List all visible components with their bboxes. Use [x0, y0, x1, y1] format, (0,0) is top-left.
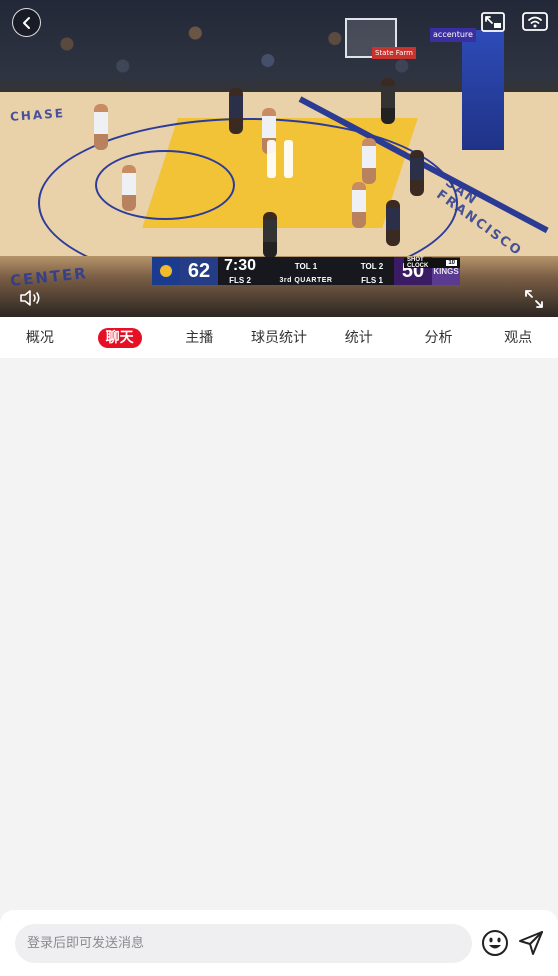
chat-message-input[interactable]: [15, 924, 472, 963]
back-arrow-icon: [22, 16, 30, 29]
video-basket-stanchion: [462, 30, 504, 150]
pause-icon: [284, 140, 293, 178]
tab-overview[interactable]: 概况: [0, 317, 80, 358]
tab-label: 聊天: [97, 327, 142, 348]
away-timeouts: TOL 2: [360, 261, 384, 271]
picture-in-picture-button[interactable]: [480, 11, 506, 33]
tab-opinion[interactable]: 观点: [478, 317, 558, 358]
emoji-button[interactable]: [481, 929, 509, 957]
send-icon: [519, 931, 543, 955]
tab-label: 观点: [504, 329, 533, 346]
game-quarter: 3rd QUARTER: [279, 276, 333, 284]
tab-anchor[interactable]: 主播: [159, 317, 239, 358]
video-player-figure: [94, 104, 108, 150]
app-root: CHASE CENTER SAN FRANCISCO accenture Sta…: [0, 0, 558, 976]
back-button[interactable]: [12, 8, 41, 37]
video-referee-figure: [263, 212, 277, 258]
shot-clock-label: SHOT CLOCK: [407, 257, 429, 269]
home-team-logo: [152, 257, 180, 285]
tab-analysis[interactable]: 分析: [399, 317, 479, 358]
chat-message-list[interactable]: [0, 358, 558, 910]
home-timeouts: TOL 1: [294, 261, 318, 271]
fullscreen-button[interactable]: [521, 287, 547, 311]
volume-icon: [20, 290, 40, 306]
video-player-figure: [352, 182, 366, 228]
home-score: 62: [180, 257, 218, 285]
video-player-figure: [229, 88, 243, 134]
send-button[interactable]: [517, 929, 545, 957]
tab-label: 球员统计: [251, 329, 308, 346]
video-center-circle: [95, 150, 235, 220]
tab-label: 分析: [424, 329, 453, 346]
scoreboard-middle: TOL 1 7:30 TOL 2 FLS 2 3rd QUARTER FLS 1: [218, 257, 394, 285]
video-referee-figure: [381, 78, 395, 124]
picture-in-picture-icon: [481, 12, 505, 32]
tab-stats[interactable]: 统计: [319, 317, 399, 358]
video-player-figure: [386, 200, 400, 246]
sponsor-sign-blue: accenture: [430, 28, 476, 42]
tab-label: 统计: [344, 329, 373, 346]
video-player[interactable]: CHASE CENTER SAN FRANCISCO accenture Sta…: [0, 0, 558, 317]
cast-tv-icon: [522, 12, 548, 31]
shot-clock-value: 10: [446, 260, 457, 266]
tab-label: 概况: [25, 329, 54, 346]
tab-label: 主播: [185, 329, 214, 346]
game-clock: 7:30: [223, 257, 257, 274]
volume-button[interactable]: [18, 287, 46, 309]
tab-chat[interactable]: 聊天: [80, 317, 160, 358]
video-player-figure: [122, 165, 136, 211]
away-fouls: FLS 1: [361, 275, 383, 285]
sponsor-sign-red: State Farm: [372, 47, 416, 59]
cast-tv-button[interactable]: [521, 11, 549, 33]
fullscreen-icon: [525, 290, 543, 308]
video-player-figure: [362, 138, 376, 184]
emoji-icon: [482, 930, 508, 956]
home-fouls: FLS 2: [229, 275, 251, 285]
chat-input-bar: [0, 910, 558, 976]
pause-icon: [267, 140, 276, 178]
pause-button[interactable]: [258, 136, 302, 182]
video-player-figure: [410, 150, 424, 196]
tab-player-stats[interactable]: 球员统计: [239, 317, 319, 358]
shot-clock: SHOT CLOCK 10: [404, 257, 460, 269]
tab-bar: 概况 聊天 主播 球员统计 统计 分析 观点: [0, 317, 558, 358]
